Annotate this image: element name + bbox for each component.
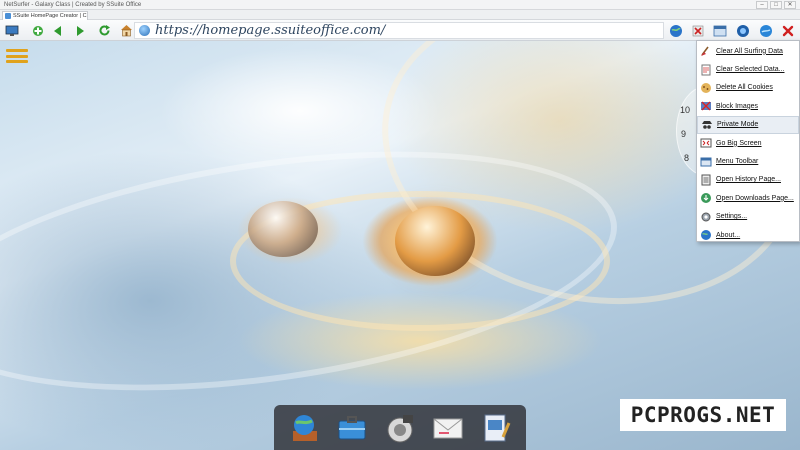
menu-item-settings[interactable]: Settings... — [697, 208, 799, 226]
tab-strip: SSuite HomePage Creator | C — [0, 10, 800, 20]
menu-item-delete-all-cookies[interactable]: Delete All Cookies — [697, 79, 799, 97]
back-icon[interactable] — [50, 23, 66, 38]
forward-icon[interactable] — [72, 23, 88, 38]
close-window-button[interactable]: ✕ — [784, 1, 796, 9]
menu-item-block-images[interactable]: Block Images — [697, 97, 799, 115]
image-block-icon — [700, 100, 712, 112]
maximize-button[interactable]: □ — [770, 1, 782, 9]
notepad-icon[interactable] — [477, 409, 515, 447]
reload-icon[interactable] — [96, 23, 112, 38]
tools-icon[interactable] — [690, 23, 706, 38]
home-icon[interactable] — [118, 23, 134, 38]
site-identity-icon[interactable] — [139, 25, 150, 36]
clock-numeral: 10 — [680, 105, 691, 115]
title-bar: NetSurfer - Galaxy Class | Created by SS… — [0, 0, 800, 10]
menu-item-clear-selected-data[interactable]: Clear Selected Data... — [697, 60, 799, 78]
fullscreen-icon — [700, 137, 712, 149]
wallpaper-orb — [248, 201, 318, 257]
menu-item-menu-toolbar[interactable]: Menu Toolbar — [697, 152, 799, 170]
clock-numeral: 9 — [681, 129, 687, 139]
settings-icon — [700, 211, 712, 223]
minimize-button[interactable]: – — [756, 1, 768, 9]
globe-icon[interactable] — [668, 23, 684, 38]
mail-icon[interactable] — [429, 409, 467, 447]
wallpaper-orb — [395, 206, 475, 276]
incognito-icon — [701, 119, 713, 131]
page-content: 10 9 8 PCPROGS.NET — [0, 41, 800, 450]
network-icon[interactable] — [735, 23, 751, 38]
window-title: NetSurfer - Galaxy Class | Created by SS… — [4, 2, 142, 8]
tab-homepage-creator[interactable]: SSuite HomePage Creator | C — [2, 11, 88, 20]
cookie-icon — [700, 82, 712, 94]
speaker-icon[interactable] — [381, 409, 419, 447]
menu-item-private-mode[interactable]: Private Mode — [697, 115, 799, 134]
menu-item-open-downloads-page[interactable]: Open Downloads Page... — [697, 189, 799, 207]
add-tab-icon[interactable] — [30, 23, 46, 38]
watermark-badge: PCPROGS.NET — [620, 399, 786, 431]
address-url[interactable]: https://homepage.ssuiteoffice.com/ — [155, 23, 385, 39]
window-controls: – □ ✕ — [756, 1, 796, 9]
briefcase-icon[interactable] — [333, 409, 371, 447]
clock-numeral: 8 — [684, 153, 690, 163]
downloads-icon — [700, 192, 712, 204]
tab-label: SSuite HomePage Creator | C — [13, 13, 87, 19]
monitor-icon[interactable] — [4, 23, 20, 38]
menu-item-go-big-screen[interactable]: Go Big Screen — [697, 134, 799, 152]
document-icon — [700, 64, 712, 76]
tab-favicon-icon — [5, 13, 11, 19]
close-x-icon[interactable] — [780, 23, 796, 38]
menu-item-open-history-page[interactable]: Open History Page... — [697, 171, 799, 189]
menu-item-about[interactable]: About... — [697, 226, 799, 244]
menu-item-clear-all-surfing-data[interactable]: Clear All Surfing Data — [697, 42, 799, 60]
history-icon — [700, 174, 712, 186]
window-icon[interactable] — [712, 23, 728, 38]
about-globe-icon — [700, 229, 712, 241]
navigation-toolbar: https://homepage.ssuiteoffice.com/ — [0, 20, 800, 41]
app-dock — [274, 405, 526, 450]
address-bar[interactable]: https://homepage.ssuiteoffice.com/ — [134, 22, 664, 39]
broom-icon — [700, 45, 712, 57]
hamburger-menu-icon[interactable] — [6, 49, 28, 63]
menu-toolbar-icon — [700, 156, 712, 168]
globe-book-icon[interactable] — [285, 409, 323, 447]
tools-context-menu: Clear All Surfing Data Clear Selected Da… — [696, 40, 800, 242]
refresh-globe-icon[interactable] — [758, 23, 774, 38]
